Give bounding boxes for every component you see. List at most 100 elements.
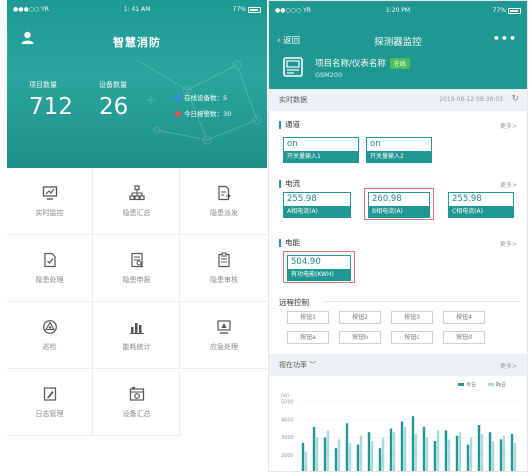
menu-label: 隐患汇总 bbox=[122, 209, 151, 217]
bar-今日-5 bbox=[345, 423, 349, 471]
remote-button-3[interactable]: 按钮3 bbox=[391, 311, 433, 324]
bar-今日-9 bbox=[389, 428, 393, 471]
remote-button-c[interactable]: 按钮c bbox=[391, 331, 433, 344]
bar-昨日-14 bbox=[447, 439, 451, 471]
app-title: 智慧消防 bbox=[113, 36, 161, 49]
online-devices-label: 在线设备数：5 bbox=[184, 94, 228, 102]
menu-realtime-monitor[interactable]: 实时监控 bbox=[7, 168, 93, 235]
energy-section-title: 电能 bbox=[279, 237, 300, 248]
legend-swatch bbox=[458, 383, 464, 386]
energy-tile[interactable]: 504.90 有功电能(KWH) bbox=[287, 255, 351, 281]
menu-hazard-summary[interactable]: 隐患汇总 bbox=[94, 168, 180, 235]
menu-label: 应急处理 bbox=[210, 343, 238, 351]
bar-昨日-15 bbox=[458, 432, 462, 471]
bar-今日-4 bbox=[334, 448, 338, 471]
energy-more-link[interactable]: 更多> bbox=[500, 239, 517, 248]
bar-昨日-11 bbox=[414, 433, 418, 471]
bar-今日-13 bbox=[433, 441, 437, 471]
channel-more-link[interactable]: 更多> bbox=[500, 121, 517, 130]
remote-button-1[interactable]: 按钮1 bbox=[287, 311, 329, 324]
bar-昨日-17 bbox=[480, 433, 484, 471]
bar-今日-11 bbox=[411, 416, 415, 471]
bar-今日-2 bbox=[312, 426, 316, 471]
device-count-stat: 设备数量 26 bbox=[99, 80, 128, 120]
battery-percent: 77% bbox=[492, 7, 506, 14]
channel-value: on bbox=[287, 139, 298, 149]
bar-今日-17 bbox=[477, 425, 481, 471]
channel-tile-2[interactable]: on 开关量输入2 bbox=[366, 137, 432, 163]
menu-label: 隐患处理 bbox=[35, 276, 64, 284]
menu-hazard-audit[interactable]: 隐患审核 bbox=[181, 235, 267, 302]
menu-log-management[interactable]: 日志管理 bbox=[7, 369, 93, 436]
apparent-power-chart: 今日 昨日 (w) 2000 3000 4000 5000 bbox=[281, 382, 519, 471]
status-time: 1:20 PM bbox=[385, 7, 411, 14]
menu-device-summary[interactable]: 设备汇总 bbox=[94, 369, 180, 436]
realtime-timestamp: 2019-08-12 08:38:03 bbox=[439, 96, 503, 103]
bar-昨日-6 bbox=[359, 435, 363, 471]
channel-value: on bbox=[370, 139, 381, 149]
current-more-link[interactable]: 更多> bbox=[500, 180, 517, 189]
y-tick-label: 4000 bbox=[281, 417, 294, 423]
project-count-stat: 项目数量 712 bbox=[29, 80, 73, 120]
bar-昨日-19 bbox=[502, 435, 506, 471]
current-name: A相电流(A) bbox=[284, 206, 350, 217]
remote-button-d[interactable]: 按钮d bbox=[443, 331, 485, 344]
project-count-label: 项目数量 bbox=[29, 81, 57, 89]
menu-hazard-processing[interactable]: 隐患处理 bbox=[7, 235, 93, 302]
bar-今日-7 bbox=[367, 432, 371, 471]
detector-header: ●●○○○ YR 1:20 PM 77% ‹ 返回 探测器监控 ••• 项目名称… bbox=[269, 1, 527, 89]
bar-昨日-7 bbox=[370, 441, 374, 471]
remote-button-a[interactable]: 按钮a bbox=[287, 331, 329, 344]
apparent-power-selector[interactable]: 视在功率 ﹀ bbox=[279, 360, 316, 370]
device-model: GSM200 bbox=[315, 71, 343, 79]
apparent-power-bar: 视在功率 ﹀ 更多> bbox=[269, 354, 527, 376]
status-time: 1: 41 AM bbox=[123, 6, 151, 13]
remote-button-b[interactable]: 按钮b bbox=[339, 331, 381, 344]
status-bar: ●●●○○ YR 1: 41 AM 77% bbox=[13, 6, 261, 16]
bar-昨日-1 bbox=[304, 451, 308, 471]
alarm-count: 今日报警数：30 bbox=[175, 108, 231, 118]
bar-今日-3 bbox=[323, 437, 327, 471]
bar-昨日-4 bbox=[337, 439, 341, 471]
bar-stats-icon bbox=[129, 323, 144, 334]
bar-今日-15 bbox=[455, 435, 459, 471]
current-tile-c[interactable]: 255.98 C相电流(A) bbox=[448, 192, 514, 218]
bar-今日-8 bbox=[378, 448, 382, 471]
menu-patrol[interactable]: 巡检 bbox=[7, 302, 93, 369]
y-tick-label: 3000 bbox=[281, 435, 294, 441]
remote-button-4[interactable]: 按钮4 bbox=[443, 311, 485, 324]
online-status-badge: 在线 bbox=[389, 58, 410, 69]
chevron-down-icon: ﹀ bbox=[309, 361, 317, 369]
chart-legend: 今日 昨日 bbox=[458, 382, 506, 389]
bar-昨日-20 bbox=[513, 442, 517, 471]
bar-今日-16 bbox=[466, 444, 470, 471]
battery-icon bbox=[248, 6, 261, 13]
remote-button-2[interactable]: 按钮2 bbox=[339, 311, 381, 324]
channel-tile-1[interactable]: on 开关量输入1 bbox=[283, 137, 359, 163]
y-axis-unit: (w) bbox=[281, 393, 289, 399]
online-dot-icon bbox=[175, 95, 181, 101]
apparent-power-title: 视在功率 bbox=[279, 361, 307, 369]
menu-hazard-dispatch[interactable]: 隐患派发 bbox=[181, 168, 267, 235]
current-tile-a[interactable]: 255.98 A相电流(A) bbox=[283, 192, 351, 218]
bar-昨日-3 bbox=[326, 430, 330, 471]
current-tile-b[interactable]: 260.98 B相电流(A) bbox=[368, 192, 430, 218]
online-devices: 在线设备数：5 bbox=[175, 92, 227, 102]
menu-label: 设备汇总 bbox=[122, 410, 151, 418]
alarm-dot-icon bbox=[175, 111, 181, 117]
bar-昨日-16 bbox=[469, 437, 473, 471]
menu-energy-stats[interactable]: 能耗统计 bbox=[94, 302, 180, 369]
decorative-pattern-icon bbox=[136, 59, 262, 145]
refresh-icon[interactable]: ↻ bbox=[511, 94, 519, 104]
menu-hazard-report[interactable]: 隐患申报 bbox=[94, 235, 180, 302]
power-more-link[interactable]: 更多> bbox=[500, 361, 517, 370]
legend-label: 今日 bbox=[466, 382, 476, 389]
realtime-data-title: 实时数据 bbox=[279, 96, 307, 104]
battery-percent: 77% bbox=[232, 6, 246, 13]
menu-label: 日志管理 bbox=[35, 410, 64, 418]
log-edit-icon bbox=[43, 387, 56, 401]
detector-monitor-screen: ●●○○○ YR 1:20 PM 77% ‹ 返回 探测器监控 ••• 项目名称… bbox=[268, 0, 528, 472]
more-menu-button[interactable]: ••• bbox=[493, 32, 517, 45]
menu-emergency[interactable]: 应急处理 bbox=[181, 302, 267, 369]
device-name-text: 项目名称/仪表名称 bbox=[315, 59, 386, 69]
